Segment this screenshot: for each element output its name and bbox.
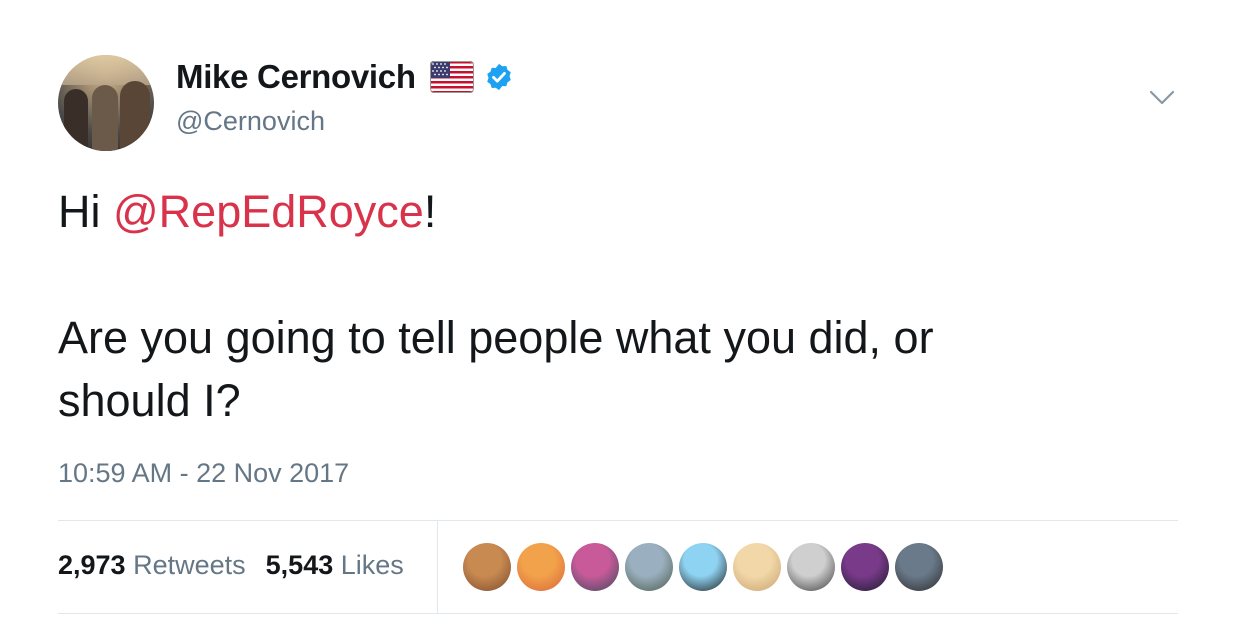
author-handle[interactable]: @Cernovich — [176, 106, 325, 137]
author-name-row: Mike Cernovich — [176, 58, 514, 96]
retweets-stat[interactable]: 2,973 Retweets — [58, 550, 246, 581]
tweet-timestamp[interactable]: 10:59 AM - 22 Nov 2017 — [58, 458, 349, 489]
likes-stat[interactable]: 5,543 Likes — [266, 550, 404, 581]
liker-avatar-landscape[interactable] — [625, 543, 673, 591]
liker-avatar-blonde[interactable] — [733, 543, 781, 591]
retweets-count: 2,973 — [58, 550, 126, 580]
likes-count: 5,543 — [265, 550, 334, 580]
author-display-name[interactable]: Mike Cernovich — [176, 58, 416, 96]
chevron-down-icon[interactable] — [1148, 88, 1176, 108]
tweet-text: Hi @RepEdRoyce! Are you going to tell pe… — [58, 180, 1188, 432]
liker-avatar-bw-portrait[interactable] — [787, 543, 835, 591]
retweets-label: Retweets — [133, 550, 246, 580]
avatar-person — [92, 85, 118, 151]
avatar-background — [58, 55, 154, 85]
tweet-greeting: Hi — [58, 186, 113, 237]
avatar-person — [120, 81, 150, 151]
liker-avatar-dark[interactable] — [895, 543, 943, 591]
liker-avatar-eye[interactable] — [679, 543, 727, 591]
liker-avatar-lips[interactable] — [841, 543, 889, 591]
tweet-line-1: Hi @RepEdRoyce! — [58, 180, 1188, 243]
liker-avatar-group[interactable] — [571, 543, 619, 591]
tweet-greeting-end: ! — [423, 186, 437, 237]
tweet-line-2: Are you going to tell people what you di… — [58, 312, 934, 363]
liker-avatar-dog[interactable] — [463, 543, 511, 591]
avatar-person — [64, 89, 88, 149]
liker-avatars — [463, 543, 949, 591]
mention-link[interactable]: @RepEdRoyce — [113, 186, 424, 237]
tweet-line-3: should I? — [58, 375, 241, 426]
verified-badge-icon — [484, 62, 514, 92]
divider — [58, 520, 1178, 521]
author-avatar[interactable] — [58, 55, 154, 151]
us-flag-icon — [429, 61, 474, 93]
divider — [58, 613, 1178, 614]
likes-label: Likes — [340, 550, 404, 580]
liker-avatar-sunset[interactable] — [517, 543, 565, 591]
stats-separator — [437, 521, 438, 613]
tweet-stats: 2,973 Retweets 5,543 Likes — [58, 550, 424, 581]
